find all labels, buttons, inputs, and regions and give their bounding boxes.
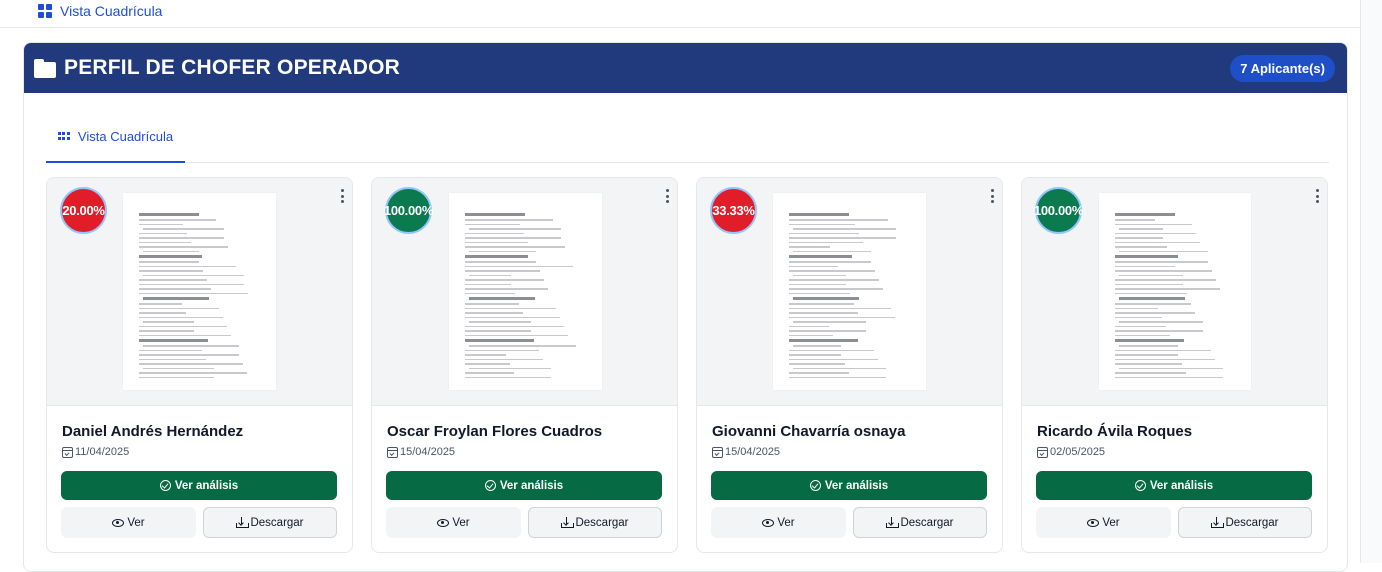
view-button-label: Ver [777,516,795,529]
download-button-label: Descargar [250,516,304,529]
applicant-name: Daniel Andrés Hernández [62,423,244,440]
application-date: 02/05/2025 [1037,446,1105,458]
download-button-label: Descargar [575,516,629,529]
application-date: 15/04/2025 [387,446,455,458]
resume-thumbnail [123,193,276,390]
applicant-name: Ricardo Ávila Roques [1037,423,1193,440]
applicant-name: Giovanni Chavarría osnaya [712,423,906,440]
view-button-label: Ver [452,516,470,529]
match-score-badge: 100.00% [384,187,433,234]
download-button[interactable]: Descargar [203,507,337,538]
resume-preview[interactable]: 100.00% [372,178,677,406]
calendar-check-icon [62,446,73,458]
more-vertical-icon[interactable] [1313,189,1321,203]
view-analysis-button[interactable]: Ver análisis [386,471,662,500]
applicants-badge: 7 Aplicante(s) [1230,54,1335,82]
eye-icon [437,518,450,527]
download-button[interactable]: Descargar [853,507,987,538]
view-analysis-button[interactable]: Ver análisis [711,471,987,500]
download-button[interactable]: Descargar [1178,507,1312,538]
view-analysis-label: Ver análisis [824,479,889,492]
download-icon [561,517,575,528]
resume-preview[interactable]: 20.00% [47,178,352,406]
resume-thumbnail [449,193,602,390]
match-score-badge: 33.33% [710,187,757,234]
view-analysis-label: Ver análisis [174,479,239,492]
resume-preview[interactable]: 100.00% [1022,178,1327,406]
eye-icon [762,518,775,527]
view-button-label: Ver [1102,516,1120,529]
panel-title: PERFIL DE CHOFER OPERADOR [34,56,400,80]
application-date-text: 11/04/2025 [75,446,130,458]
application-date-text: 15/04/2025 [400,446,456,458]
job-panel: PERFIL DE CHOFER OPERADOR 7 Aplicante(s)… [23,42,1348,572]
view-tabs: Vista Cuadrícula [46,111,1329,163]
check-circle-icon [484,480,496,491]
calendar-check-icon [712,446,723,458]
view-button[interactable]: Ver [386,507,521,538]
more-vertical-icon[interactable] [988,189,996,203]
applicant-name: Oscar Froylan Flores Cuadros [387,423,603,440]
download-icon [1211,517,1225,528]
resume-thumbnail [773,193,926,390]
check-circle-icon [159,480,171,491]
match-score-badge: 20.00% [60,187,107,234]
applicant-card: 100.00% Oscar Froylan Flores Cuadros 15/… [371,177,678,553]
calendar-check-icon [1037,446,1048,458]
application-date: 15/04/2025 [712,446,780,458]
download-icon [236,517,250,528]
application-date: 11/04/2025 [62,446,129,458]
download-button-label: Descargar [900,516,954,529]
scrollbar-track[interactable] [1360,0,1382,563]
eye-icon [1087,518,1100,527]
grid-icon [38,4,52,18]
panel-header: PERFIL DE CHOFER OPERADOR 7 Aplicante(s) [24,43,1347,93]
panel-title-text: PERFIL DE CHOFER OPERADOR [64,56,400,79]
resume-thumbnail [1099,193,1251,390]
view-button[interactable]: Ver [711,507,846,538]
top-tab-grid-view[interactable]: Vista Cuadrícula [38,3,162,19]
view-analysis-button[interactable]: Ver análisis [1036,471,1312,500]
tab-grid-view-label: Vista Cuadrícula [77,128,174,144]
folder-icon [34,58,56,78]
top-tab-bar: Vista Cuadrícula [0,0,1360,28]
view-analysis-button[interactable]: Ver análisis [61,471,337,500]
more-vertical-icon[interactable] [663,189,671,203]
application-date-text: 02/05/2025 [1050,446,1106,458]
check-circle-icon [1134,480,1146,491]
download-button[interactable]: Descargar [528,507,662,538]
resume-preview[interactable]: 33.33% [697,178,1002,406]
view-button[interactable]: Ver [61,507,196,538]
calendar-check-icon [387,446,398,458]
applicant-card: 33.33% Giovanni Chavarría osnaya 15/04/2… [696,177,1003,553]
more-vertical-icon[interactable] [338,189,346,203]
grid-dots-icon [57,132,70,140]
eye-icon [112,518,125,527]
match-score-badge: 100.00% [1034,187,1083,234]
check-circle-icon [809,480,821,491]
view-button[interactable]: Ver [1036,507,1171,538]
top-tab-label: Vista Cuadrícula [60,3,163,19]
applicant-card: 100.00% Ricardo Ávila Roques 02/05/2025 … [1021,177,1328,553]
download-icon [886,517,900,528]
application-date-text: 15/04/2025 [725,446,781,458]
view-analysis-label: Ver análisis [1149,479,1214,492]
applicant-card: 20.00% Daniel Andrés Hernández 11/04/202… [46,177,353,553]
download-button-label: Descargar [1225,516,1279,529]
view-analysis-label: Ver análisis [499,479,564,492]
view-button-label: Ver [127,516,145,529]
tab-grid-view[interactable]: Vista Cuadrícula [46,111,185,163]
